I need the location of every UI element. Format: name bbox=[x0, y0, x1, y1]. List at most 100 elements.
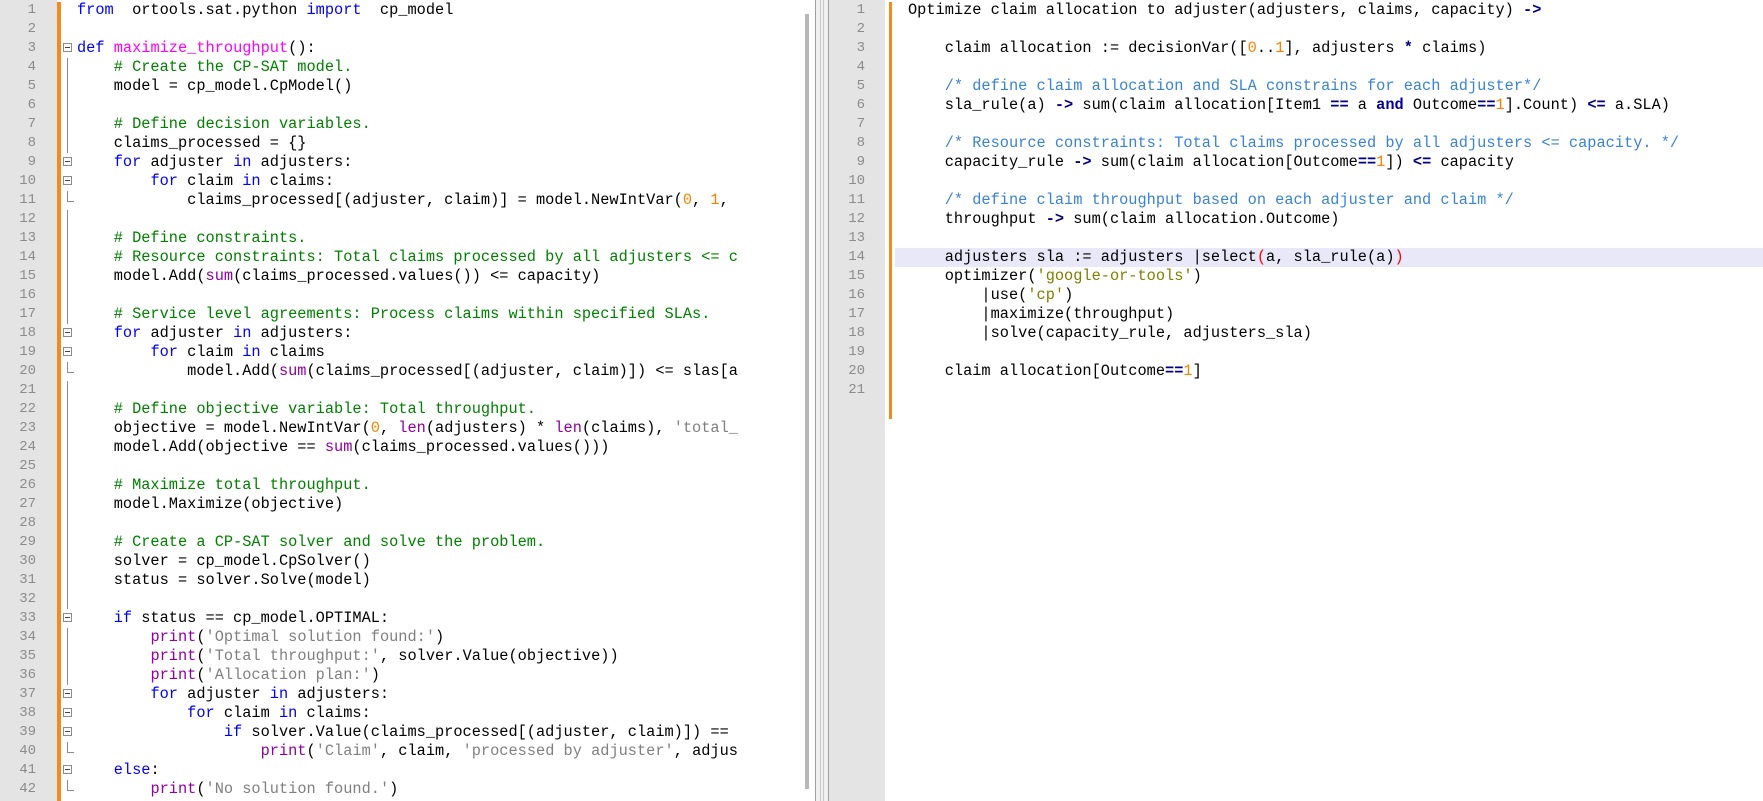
fold-toggle-icon[interactable] bbox=[63, 328, 72, 337]
fold-toggle-icon[interactable] bbox=[63, 708, 72, 717]
code-line[interactable]: 20 claim allocation[Outcome==1] bbox=[829, 362, 1763, 381]
code-line[interactable]: 19 for claim in claims bbox=[0, 343, 815, 362]
code-line[interactable]: 9 for adjuster in adjusters: bbox=[0, 153, 815, 172]
code-line[interactable]: 28 bbox=[0, 514, 815, 533]
left-editor-pane[interactable]: 1 from ortools.sat.python import cp_model… bbox=[0, 0, 815, 801]
code-text[interactable]: model.Add(sum(claims_processed[(adjuster… bbox=[77, 362, 738, 381]
code-line[interactable]: 15 model.Add(sum(claims_processed.values… bbox=[0, 267, 815, 286]
code-line[interactable]: 13 bbox=[829, 229, 1763, 248]
code-line[interactable]: 21 bbox=[0, 381, 815, 400]
code-line[interactable]: 40 print('Claim', claim, 'processed by a… bbox=[0, 742, 815, 761]
code-text[interactable]: # Create a CP-SAT solver and solve the p… bbox=[77, 533, 545, 552]
fold-toggle-icon[interactable] bbox=[63, 43, 72, 52]
code-text[interactable]: for adjuster in adjusters: bbox=[77, 153, 353, 172]
code-text[interactable]: # Define objective variable: Total throu… bbox=[77, 400, 536, 419]
code-line[interactable]: 29 # Create a CP-SAT solver and solve th… bbox=[0, 533, 815, 552]
code-text[interactable]: from ortools.sat.python import cp_model bbox=[77, 1, 453, 20]
code-text[interactable]: # Maximize total throughput. bbox=[77, 476, 371, 495]
code-line[interactable]: 2 bbox=[0, 20, 815, 39]
code-text[interactable]: # Service level agreements: Process clai… bbox=[77, 305, 711, 324]
code-text[interactable]: adjusters sla := adjusters |select(a, sl… bbox=[908, 248, 1404, 267]
code-line[interactable]: 12 bbox=[0, 210, 815, 229]
right-editor-pane[interactable]: 1 Optimize claim allocation to adjuster(a… bbox=[829, 0, 1763, 801]
code-line[interactable]: 3 def maximize_throughput(): bbox=[0, 39, 815, 58]
code-line[interactable]: 17 |maximize(throughput) bbox=[829, 305, 1763, 324]
vertical-scrollbar[interactable] bbox=[805, 14, 809, 789]
code-text[interactable]: /* Resource constraints: Total claims pr… bbox=[908, 134, 1679, 153]
code-text[interactable]: sla_rule(a) -> sum(claim allocation[Item… bbox=[908, 96, 1670, 115]
code-line[interactable]: 32 bbox=[0, 590, 815, 609]
code-text[interactable]: print('No solution found.') bbox=[77, 780, 398, 799]
code-line[interactable]: 15 optimizer('google-or-tools') bbox=[829, 267, 1763, 286]
code-text[interactable]: claims_processed[(adjuster, claim)] = mo… bbox=[77, 191, 729, 210]
code-text[interactable]: solver = cp_model.CpSolver() bbox=[77, 552, 371, 571]
code-text[interactable]: claim allocation := decisionVar([0..1], … bbox=[908, 39, 1487, 58]
code-text[interactable]: claim allocation[Outcome==1] bbox=[908, 362, 1202, 381]
code-line[interactable]: 1 Optimize claim allocation to adjuster(a… bbox=[829, 1, 1763, 20]
code-lines[interactable]: 1 from ortools.sat.python import cp_model… bbox=[0, 1, 815, 799]
code-text[interactable]: for adjuster in adjusters: bbox=[77, 324, 353, 343]
code-line[interactable]: 11 /* define claim throughput based on e… bbox=[829, 191, 1763, 210]
code-line[interactable]: 10 bbox=[829, 172, 1763, 191]
code-line[interactable]: 10 for claim in claims: bbox=[0, 172, 815, 191]
code-text[interactable]: optimizer('google-or-tools') bbox=[908, 267, 1202, 286]
code-line[interactable]: 16 bbox=[0, 286, 815, 305]
code-line[interactable]: 4 bbox=[829, 58, 1763, 77]
code-text[interactable]: throughput -> sum(claim allocation.Outco… bbox=[908, 210, 1340, 229]
code-line[interactable]: 8 /* Resource constraints: Total claims … bbox=[829, 134, 1763, 153]
code-line[interactable]: 11 claims_processed[(adjuster, claim)] =… bbox=[0, 191, 815, 210]
fold-toggle-icon[interactable] bbox=[63, 689, 72, 698]
code-line[interactable]: 30 solver = cp_model.CpSolver() bbox=[0, 552, 815, 571]
code-line[interactable]: 17 # Service level agreements: Process c… bbox=[0, 305, 815, 324]
code-line[interactable]: 41 else: bbox=[0, 761, 815, 780]
code-line[interactable]: 25 bbox=[0, 457, 815, 476]
code-line[interactable]: 2 bbox=[829, 20, 1763, 39]
code-line[interactable]: 37 for adjuster in adjusters: bbox=[0, 685, 815, 704]
code-line[interactable]: 16 |use('cp') bbox=[829, 286, 1763, 305]
code-line[interactable]: 42 print('No solution found.') bbox=[0, 780, 815, 799]
code-line[interactable]: 14 adjusters sla := adjusters |select(a,… bbox=[829, 248, 1763, 267]
code-text[interactable]: model = cp_model.CpModel() bbox=[77, 77, 353, 96]
code-line[interactable]: 4 # Create the CP-SAT model. bbox=[0, 58, 815, 77]
code-line[interactable]: 5 /* define claim allocation and SLA con… bbox=[829, 77, 1763, 96]
code-text[interactable]: def maximize_throughput(): bbox=[77, 39, 316, 58]
code-lines[interactable]: 1 Optimize claim allocation to adjuster(a… bbox=[829, 1, 1763, 400]
code-line[interactable]: 38 for claim in claims: bbox=[0, 704, 815, 723]
code-text[interactable]: claims_processed = {} bbox=[77, 134, 307, 153]
code-text[interactable]: for claim in claims: bbox=[77, 704, 371, 723]
code-line[interactable]: 23 objective = model.NewIntVar(0, len(ad… bbox=[0, 419, 815, 438]
code-line[interactable]: 19 bbox=[829, 343, 1763, 362]
code-text[interactable]: print('Optimal solution found:') bbox=[77, 628, 444, 647]
code-text[interactable]: model.Add(objective == sum(claims_proces… bbox=[77, 438, 610, 457]
code-line[interactable]: 20 model.Add(sum(claims_processed[(adjus… bbox=[0, 362, 815, 381]
code-line[interactable]: 26 # Maximize total throughput. bbox=[0, 476, 815, 495]
code-line[interactable]: 22 # Define objective variable: Total th… bbox=[0, 400, 815, 419]
code-line[interactable]: 12 throughput -> sum(claim allocation.Ou… bbox=[829, 210, 1763, 229]
code-line[interactable]: 6 sla_rule(a) -> sum(claim allocation[It… bbox=[829, 96, 1763, 115]
code-line[interactable]: 21 bbox=[829, 381, 1763, 400]
code-text[interactable]: for claim in claims: bbox=[77, 172, 334, 191]
code-line[interactable]: 9 capacity_rule -> sum(claim allocation[… bbox=[829, 153, 1763, 172]
code-line[interactable]: 8 claims_processed = {} bbox=[0, 134, 815, 153]
code-text[interactable]: # Define decision variables. bbox=[77, 115, 371, 134]
code-line[interactable]: 13 # Define constraints. bbox=[0, 229, 815, 248]
code-line[interactable]: 6 bbox=[0, 96, 815, 115]
code-text[interactable]: objective = model.NewIntVar(0, len(adjus… bbox=[77, 419, 738, 438]
code-line[interactable]: 31 status = solver.Solve(model) bbox=[0, 571, 815, 590]
code-line[interactable]: 24 model.Add(objective == sum(claims_pro… bbox=[0, 438, 815, 457]
code-text[interactable]: print('Claim', claim, 'processed by adju… bbox=[77, 742, 738, 761]
code-text[interactable]: |use('cp') bbox=[908, 286, 1073, 305]
fold-toggle-icon[interactable] bbox=[63, 727, 72, 736]
code-text[interactable]: if status == cp_model.OPTIMAL: bbox=[77, 609, 389, 628]
code-line[interactable]: 3 claim allocation := decisionVar([0..1]… bbox=[829, 39, 1763, 58]
code-line[interactable]: 5 model = cp_model.CpModel() bbox=[0, 77, 815, 96]
fold-toggle-icon[interactable] bbox=[63, 157, 72, 166]
code-line[interactable]: 18 |solve(capacity_rule, adjusters_sla) bbox=[829, 324, 1763, 343]
code-line[interactable]: 7 bbox=[829, 115, 1763, 134]
code-text[interactable]: if solver.Value(claims_processed[(adjust… bbox=[77, 723, 729, 742]
fold-toggle-icon[interactable] bbox=[63, 347, 72, 356]
fold-toggle-icon[interactable] bbox=[63, 176, 72, 185]
code-text[interactable]: print('Allocation plan:') bbox=[77, 666, 380, 685]
code-line[interactable]: 18 for adjuster in adjusters: bbox=[0, 324, 815, 343]
code-line[interactable]: 35 print('Total throughput:', solver.Val… bbox=[0, 647, 815, 666]
